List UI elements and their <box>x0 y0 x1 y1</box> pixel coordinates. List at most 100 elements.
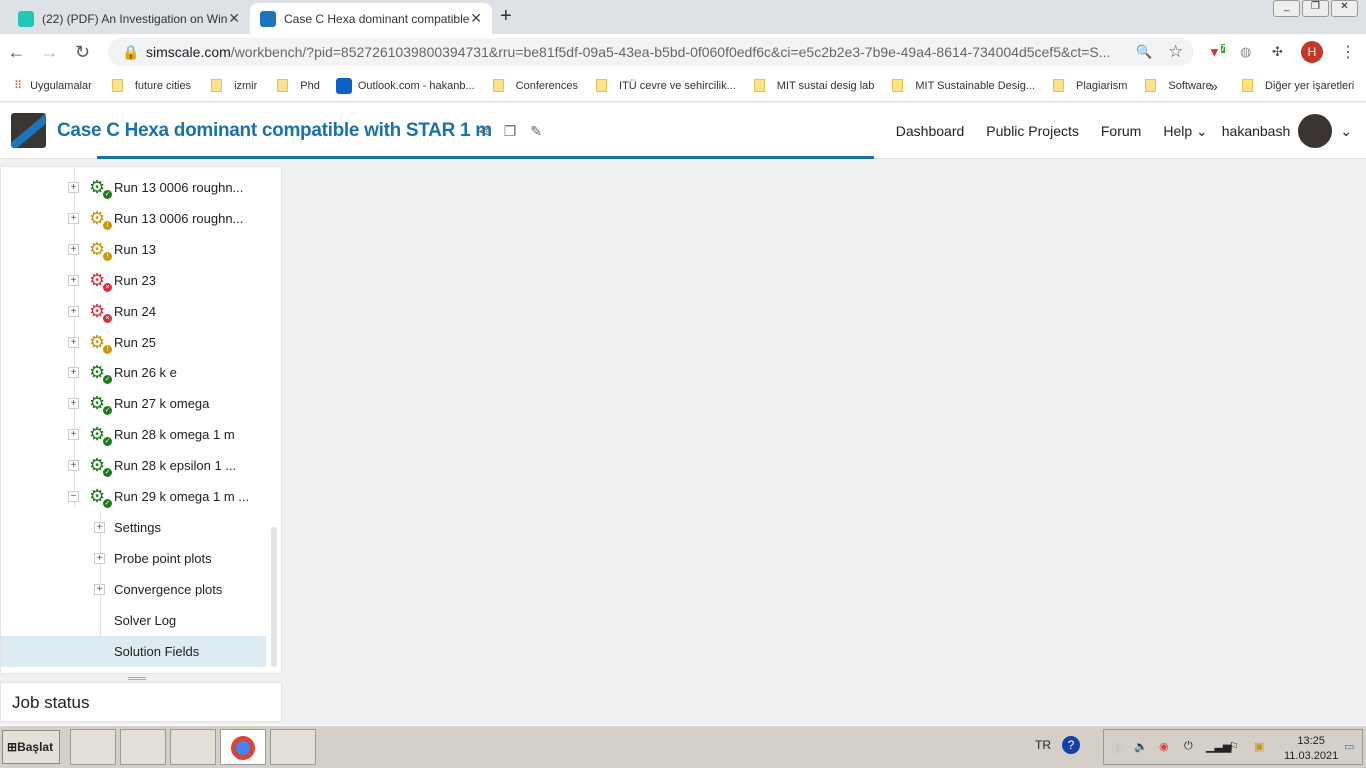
menu-icon[interactable]: ⋮ <box>1340 42 1356 62</box>
bookmark[interactable]: izmir <box>211 79 257 92</box>
tree-item-run[interactable]: + ⚙ ! Run 13 <box>1 234 266 265</box>
username[interactable]: hakanbash <box>1222 123 1291 139</box>
avatar[interactable] <box>1298 114 1333 148</box>
collapse-icon[interactable]: − <box>68 491 79 502</box>
excel-icon[interactable] <box>270 729 316 765</box>
tree-item-run[interactable]: + ⚙ ! Run 25 <box>1 327 266 358</box>
bookmark[interactable]: Conferences <box>492 79 578 92</box>
status-success-icon: ✓ <box>103 437 112 447</box>
new-tab-button[interactable]: + <box>500 5 512 28</box>
clock[interactable]: 13:25 11.03.2021 <box>1284 734 1338 764</box>
bookmark[interactable]: Phd <box>277 79 320 92</box>
paint-icon[interactable] <box>70 729 116 765</box>
tree-item-run[interactable]: + ⚙ ✓ Run 28 k epsilon 1 ... <box>1 450 266 481</box>
back-icon[interactable]: ← <box>0 42 33 63</box>
tree-item-run[interactable]: + ⚙ ✓ Run 13 0006 roughn... <box>1 172 266 203</box>
scrollbar[interactable] <box>271 527 277 667</box>
start-button[interactable]: ⊞Başlat <box>2 730 60 764</box>
expand-icon[interactable]: + <box>94 522 105 533</box>
profile-avatar[interactable]: H <box>1301 41 1323 63</box>
reload-icon[interactable]: ↻ <box>66 42 99 63</box>
status-success-icon: ✓ <box>103 499 112 508</box>
tree-item-solution-fields[interactable]: Solution Fields <box>1 636 266 667</box>
tree-item-run[interactable]: + ⚙ ✓ Run 28 k omega 1 m <box>1 419 266 450</box>
expand-icon[interactable]: + <box>94 553 105 564</box>
tree-item-run[interactable]: + ⚙ × Run 24 <box>1 296 266 327</box>
copy-icon[interactable]: ❐ <box>504 123 517 140</box>
simulation-tree: + ⚙ ✓ Run 13 0006 roughn... + ⚙ ! Run 13… <box>0 166 282 674</box>
nav-help[interactable]: Help ⌄ <box>1163 123 1207 140</box>
expand-icon[interactable]: + <box>68 336 79 348</box>
star-icon[interactable]: ☆ <box>1168 42 1183 62</box>
simscale-icon <box>260 10 276 27</box>
computer-icon[interactable] <box>120 729 166 765</box>
volume-icon[interactable]: 🔈 <box>1134 740 1148 753</box>
minimize-button[interactable]: _ <box>1273 0 1300 17</box>
forward-icon[interactable]: → <box>33 42 66 63</box>
bookmark[interactable]: Outlook.com - hakanb... <box>335 77 475 94</box>
expand-icon[interactable]: + <box>94 584 105 595</box>
help-icon[interactable]: ? <box>1062 736 1080 754</box>
bookmark[interactable]: MIT Sustainable Desig... <box>892 79 1035 92</box>
tab-simscale[interactable]: Case C Hexa dominant compatible w ✕ <box>250 3 492 34</box>
chevron-down-icon[interactable]: ⌄ <box>1340 123 1352 140</box>
nav-public-projects[interactable]: Public Projects <box>986 123 1079 139</box>
researchgate-icon <box>18 10 34 27</box>
nav-dashboard[interactable]: Dashboard <box>896 123 965 139</box>
close-icon[interactable]: ✕ <box>228 10 240 27</box>
expand-icon[interactable]: + <box>68 429 79 441</box>
expand-icon[interactable]: + <box>68 367 79 379</box>
language-indicator[interactable]: TR <box>1035 738 1051 752</box>
flag-icon[interactable]: ⚐ <box>1229 740 1239 753</box>
expand-icon[interactable]: + <box>68 460 79 472</box>
bookmark[interactable]: Plagiarism <box>1053 79 1127 92</box>
puzzle-icon[interactable]: ✣ <box>1272 44 1283 60</box>
skype-icon[interactable]: Ⓢ <box>1112 740 1123 756</box>
globe-icon[interactable]: ◍ <box>1240 44 1251 60</box>
bookmark-apps[interactable]: ⠿ Uygulamalar <box>14 79 92 93</box>
pdf-icon[interactable] <box>170 729 216 765</box>
url-input[interactable]: 🔒 simscale.com/workbench/?pid=85272610398… <box>108 38 1194 66</box>
show-desktop-icon[interactable]: ▭ <box>1344 740 1354 753</box>
resize-handle[interactable] <box>128 677 146 680</box>
tree-item-run[interactable]: + ⚙ ✓ Run 26 k e <box>1 357 266 388</box>
restore-button[interactable]: ❐ <box>1302 0 1329 17</box>
tree-item-solver-log[interactable]: Solver Log <box>1 605 266 636</box>
clipboard-icon[interactable]: ▣ <box>1254 740 1264 753</box>
job-status-header[interactable]: Job status <box>0 682 282 722</box>
nav-forum[interactable]: Forum <box>1101 123 1141 139</box>
expand-icon[interactable]: + <box>68 182 79 193</box>
more-bookmarks-button[interactable]: » <box>1210 78 1218 94</box>
expand-icon[interactable]: + <box>68 305 79 317</box>
extension-icon[interactable]: ▼7 <box>1208 44 1226 60</box>
tree-item-run[interactable]: + ⚙ × Run 23 <box>1 265 266 296</box>
status-error-icon: × <box>103 313 112 323</box>
outlook-icon <box>335 77 352 94</box>
bookmark[interactable]: Software <box>1145 79 1212 92</box>
share-icon[interactable]: ⋖ <box>478 123 490 140</box>
signal-icon[interactable]: ▁▃▅ <box>1206 740 1231 753</box>
expand-icon[interactable]: + <box>68 398 79 410</box>
chrome-tray-icon[interactable]: ◉ <box>1159 740 1169 753</box>
bookmark[interactable]: ITÜ cevre ve sehircilik... <box>596 79 736 92</box>
tree-item-run[interactable]: + ⚙ ✓ Run 27 k omega <box>1 388 266 419</box>
power-icon[interactable]: ⏻ <box>1184 740 1193 753</box>
close-icon[interactable]: ✕ <box>470 10 482 27</box>
expand-icon[interactable]: + <box>68 274 79 286</box>
tree-item-run[interactable]: + ⚙ ! Run 13 0006 roughn... <box>1 203 266 234</box>
bookmark[interactable]: future cities <box>111 79 191 92</box>
tree-item-probe-point-plots[interactable]: + Probe point plots <box>1 543 266 574</box>
expand-icon[interactable]: + <box>68 212 79 224</box>
edit-icon[interactable]: ✎ <box>530 123 542 140</box>
close-window-button[interactable]: ✕ <box>1331 0 1358 17</box>
zoom-icon[interactable]: 🔍 <box>1136 44 1152 60</box>
tree-item-convergence-plots[interactable]: + Convergence plots <box>1 574 266 605</box>
other-bookmarks[interactable]: Diğer yer işaretleri <box>1242 79 1354 92</box>
tree-item-run[interactable]: − ⚙ ✓ Run 29 k omega 1 m ... <box>1 481 266 512</box>
expand-icon[interactable]: + <box>68 243 79 255</box>
tree-item-settings[interactable]: + Settings <box>1 512 266 543</box>
tab-pdf[interactable]: (22) (PDF) An Investigation on Wind ✕ <box>8 3 250 34</box>
chrome-icon[interactable] <box>220 729 266 765</box>
bookmark[interactable]: MIT sustai desig lab <box>753 79 874 92</box>
tab-bar: (22) (PDF) An Investigation on Wind ✕ Cas… <box>0 0 1366 34</box>
